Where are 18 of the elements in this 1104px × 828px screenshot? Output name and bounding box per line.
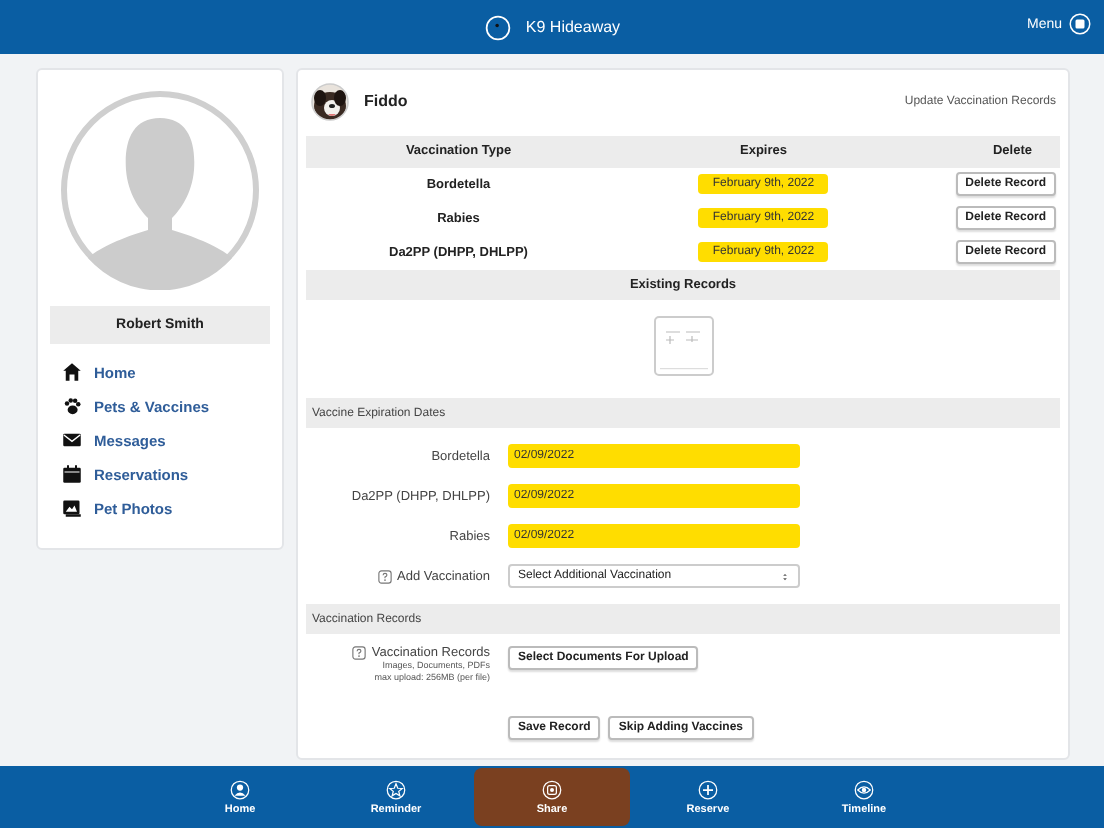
photo-icon [62,498,82,518]
house-icon [62,362,82,382]
logo-icon [483,13,512,41]
star-icon [386,779,406,799]
calendar-icon [62,464,82,484]
square-icon [542,779,562,799]
paw-icon [62,396,82,416]
plus-icon [698,779,718,799]
avatar-silhouette-icon [60,90,260,290]
menu-icon [1068,12,1092,36]
envelope-icon [62,430,82,450]
help-icon [351,646,366,661]
eye-icon [854,779,874,799]
person-icon [230,779,250,799]
help-icon [377,569,391,584]
app-title: K9 Hideaway [525,18,621,36]
pet-name: Fiddo [364,92,408,111]
updown-icon [780,571,790,582]
